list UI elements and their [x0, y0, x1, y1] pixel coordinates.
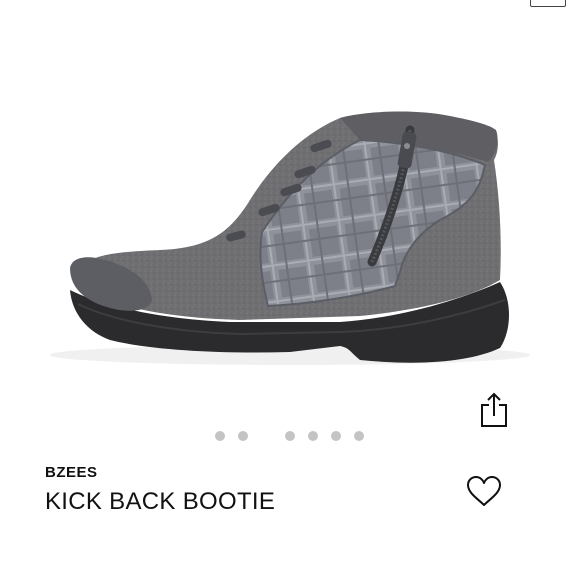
- top-edge-frame: [530, 0, 566, 7]
- product-name: KICK BACK BOOTIE: [45, 488, 276, 515]
- brand-name: BZEES: [45, 464, 98, 481]
- image-pagination: [0, 430, 580, 442]
- heart-outline-icon: [467, 476, 501, 506]
- share-button[interactable]: [478, 390, 510, 430]
- pagination-dot[interactable]: [331, 431, 341, 441]
- favorite-button[interactable]: [464, 472, 504, 510]
- pagination-dot[interactable]: [215, 431, 225, 441]
- pagination-dot[interactable]: [285, 431, 295, 441]
- product-image[interactable]: [0, 60, 580, 390]
- pagination-dot[interactable]: [238, 431, 248, 441]
- pagination-dot[interactable]: [354, 431, 364, 441]
- pagination-dot[interactable]: [308, 431, 318, 441]
- share-icon: [481, 392, 507, 427]
